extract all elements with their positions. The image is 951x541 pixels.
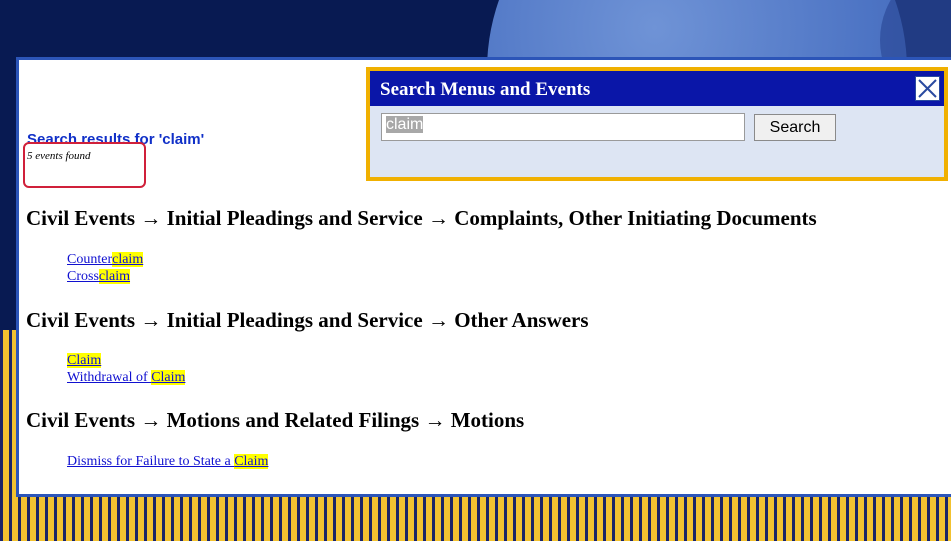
- event-link-text: Withdrawal of: [67, 370, 152, 385]
- event-link-crossclaim[interactable]: Crossclaim: [67, 268, 143, 285]
- match-highlight: Claim: [234, 454, 269, 469]
- category-heading: Civil Events → Initial Pleadings and Ser…: [26, 308, 589, 332]
- match-highlight: Claim: [151, 370, 186, 385]
- search-input[interactable]: claim: [381, 113, 745, 141]
- search-input-selected-text: claim: [386, 116, 424, 133]
- event-list: Counterclaim Crossclaim: [67, 251, 144, 285]
- search-dialog: Search Menus and Events claim Search: [366, 67, 948, 181]
- event-link-dismiss-for-failure[interactable]: Dismiss for Failure to State a Claim: [67, 453, 269, 470]
- event-link-withdrawal-of-claim[interactable]: Withdrawal of Claim: [67, 369, 186, 386]
- close-button[interactable]: [915, 76, 940, 101]
- category-heading: Civil Events → Initial Pleadings and Ser…: [26, 206, 817, 230]
- match-highlight: claim: [112, 252, 144, 267]
- event-list: Claim Withdrawal of Claim: [67, 352, 186, 386]
- event-link-text: Cross: [67, 269, 99, 284]
- match-highlight: Claim: [67, 353, 102, 368]
- close-icon: [918, 79, 937, 98]
- dialog-title: Search Menus and Events: [380, 79, 591, 100]
- count-annotation-outline: [23, 142, 146, 188]
- dialog-header: Search Menus and Events: [370, 71, 944, 106]
- event-list: Dismiss for Failure to State a Claim: [67, 453, 269, 470]
- event-link-claim[interactable]: Claim: [67, 352, 185, 369]
- event-link-text: Counter: [67, 252, 113, 267]
- event-link-counterclaim[interactable]: Counterclaim: [67, 251, 144, 268]
- search-button[interactable]: Search: [754, 114, 836, 141]
- match-highlight: claim: [98, 269, 131, 284]
- event-link-text: Dismiss for Failure to State a: [67, 454, 235, 469]
- category-heading: Civil Events → Motions and Related Filin…: [26, 408, 525, 432]
